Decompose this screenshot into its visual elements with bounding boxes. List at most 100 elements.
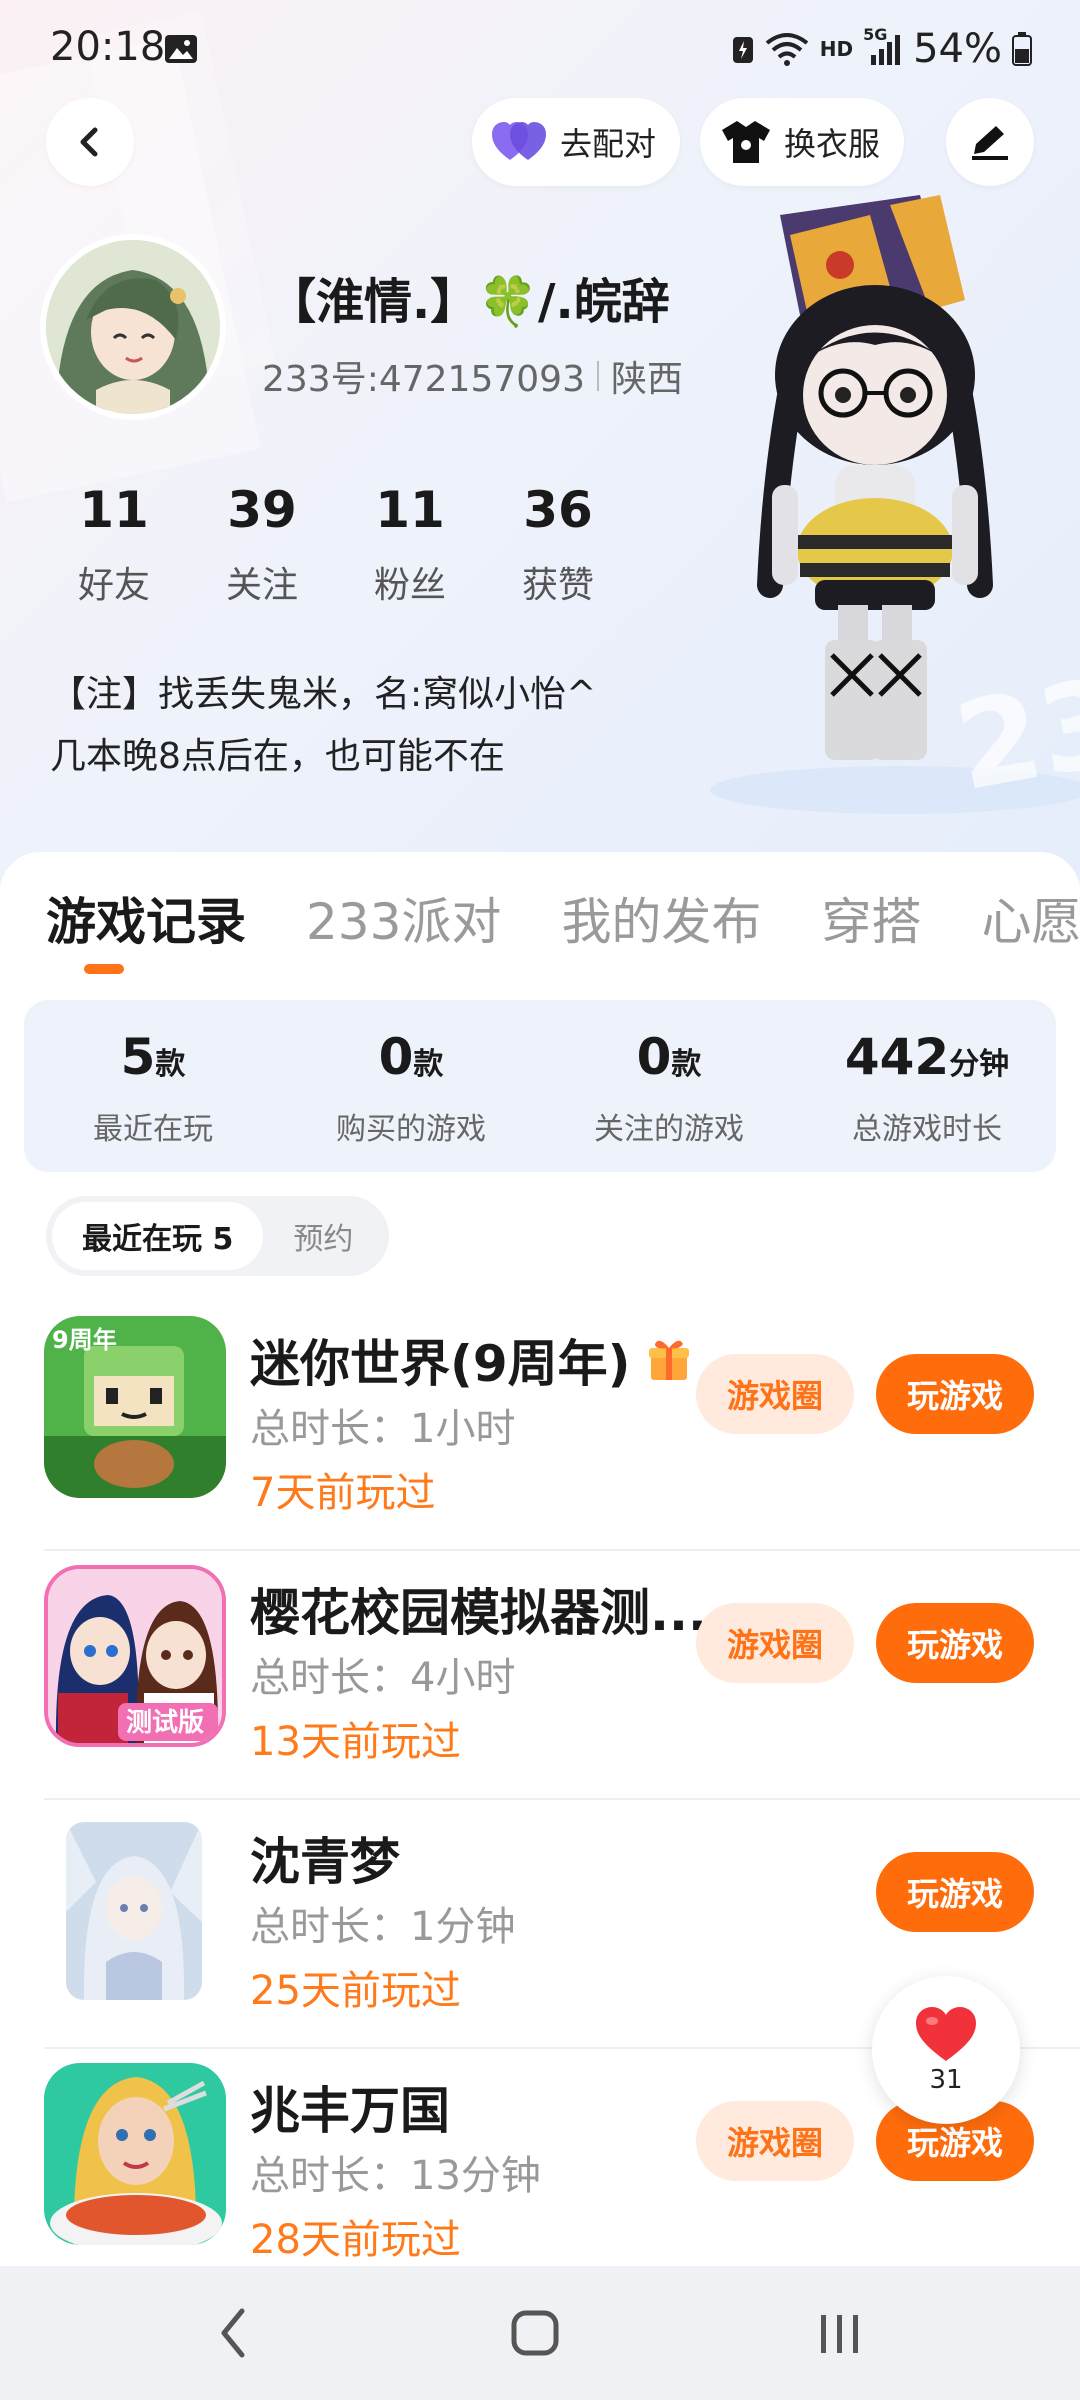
shen-qing-meng-icon [66,1822,202,2000]
game-last-played: 13天前玩过 [250,1719,461,1765]
wifi-icon [765,33,808,66]
user-id-line: 233号:472157093 陕西 [262,350,683,402]
image-notification-icon [165,35,197,63]
game-name-text: 迷你世界(9周年) [250,1335,631,1393]
game-duration: 总时长：13分钟 [250,2153,541,2199]
game-icon-sakura-school[interactable]: 测试版 [44,1565,226,1747]
game-icon-zhaofeng[interactable] [44,2063,226,2245]
status-time: 20:18 [50,24,166,70]
game-list: 9周年 迷你世界(9周年) 总时长：1小时 7天前玩过 游戏圈 玩游戏 测试版 … [0,1302,1080,2266]
game-last-played: 25天前玩过 [250,1968,461,2014]
play-game-button[interactable]: 玩游戏 [876,1852,1034,1932]
segment-recent[interactable]: 最近在玩 5 [52,1202,264,1270]
user-region: 陕西 [610,359,683,400]
tshirt-icon [722,121,770,163]
game-name-text: 沈青梦 [250,1833,400,1891]
status-bar: 20:18 HD 5G 54% [0,0,1080,100]
game-icon-shen-qing-meng[interactable] [66,1822,202,2000]
game-icon-mini-world[interactable]: 9周年 [44,1316,226,1498]
stat-friends[interactable]: 11 好友 [40,478,188,608]
cellular-signal-icon: 5G [863,25,903,69]
user-avatar[interactable] [40,234,226,420]
summary-purchased[interactable]: 0款 购买的游戏 [282,1000,540,1172]
nav-home-button[interactable] [496,2296,576,2370]
tab-outfits[interactable]: 穿搭 [821,882,921,962]
stat-fans[interactable]: 11 粉丝 [336,478,484,608]
profile-stats: 11 好友 39 关注 11 粉丝 36 获赞 [40,478,632,608]
like-button[interactable]: 31 [872,1976,1020,2124]
game-circle-button[interactable]: 游戏圈 [696,1354,854,1434]
game-duration: 总时长：1分钟 [250,1904,516,1950]
summary-unit: 款 [671,1047,702,1082]
segment-reserve[interactable]: 预约 [263,1202,383,1270]
stat-likes[interactable]: 36 获赞 [484,478,632,608]
game-last-played: 28天前玩过 [250,2217,461,2263]
active-tab-indicator [84,964,124,974]
tab-game-records[interactable]: 游戏记录 [46,882,246,962]
stat-label: 关注 [225,565,298,606]
stat-label: 好友 [77,565,150,606]
play-game-button[interactable]: 玩游戏 [876,1354,1034,1434]
hd-label: HD [819,37,854,61]
game-duration: 总时长：1小时 [250,1406,516,1452]
summary-value: 5 [120,1028,156,1086]
game-name-text: 兆丰万国 [250,2082,450,2140]
stat-label: 粉丝 [373,565,446,606]
summary-unit: 款 [155,1047,186,1082]
game-name-text: 樱花校园模拟器测... [250,1584,707,1642]
game-circle-button[interactable]: 游戏圈 [696,2101,854,2181]
game-row[interactable]: 测试版 樱花校园模拟器测... 总时长：4小时 13天前玩过 游戏圈 玩游戏 [0,1551,1080,1800]
profile-tabs: 游戏记录 233派对 我的发布 穿搭 心愿 [46,882,1080,962]
bio-line: 【注】找丢失鬼米，名:窝似小怡^ [50,674,597,715]
sakura-school-icon: 测试版 [48,1569,222,1743]
edit-profile-button[interactable] [946,98,1034,186]
nav-back-icon [221,2308,245,2358]
game-row[interactable]: 9周年 迷你世界(9周年) 总时长：1小时 7天前玩过 游戏圈 玩游戏 [0,1302,1080,1551]
summary-recent[interactable]: 5款 最近在玩 [24,1000,282,1172]
summary-value: 0 [378,1028,414,1086]
game-circle-button[interactable]: 游戏圈 [696,1603,854,1683]
battery-saver-icon [732,37,753,63]
stat-value: 11 [375,481,445,539]
game-duration: 总时长：4小时 [250,1655,516,1701]
summary-label: 总游戏时长 [852,1112,1002,1147]
zhaofeng-icon [44,2063,226,2245]
user-id: 233号:472157093 [262,359,585,400]
dress-up-button[interactable]: 换衣服 [700,98,905,186]
heart-icon [916,2007,976,2061]
summary-unit: 分钟 [949,1047,1010,1082]
summary-followed[interactable]: 0款 关注的游戏 [540,1000,798,1172]
back-button[interactable] [46,98,134,186]
game-title: 迷你世界(9周年) [250,1324,693,1396]
match-button[interactable]: 去配对 [472,98,681,186]
avatar-character-image[interactable] [720,195,1060,815]
summary-playtime[interactable]: 442分钟 总游戏时长 [798,1000,1056,1172]
tab-my-posts[interactable]: 我的发布 [561,882,761,962]
system-navigation-bar [0,2266,1080,2400]
pencil-icon [972,126,1008,160]
double-heart-icon [492,122,546,160]
nav-back-button[interactable] [194,2296,274,2370]
stat-value: 39 [227,481,297,539]
summary-label: 购买的游戏 [336,1112,486,1147]
summary-unit: 款 [413,1047,444,1082]
stat-label: 获赞 [521,565,594,606]
sakura-badge: 测试版 [126,1708,204,1738]
game-title: 兆丰万国 [250,2071,450,2143]
summary-value: 0 [636,1028,672,1086]
dress-up-label: 换衣服 [784,125,881,163]
stat-following[interactable]: 39 关注 [188,478,336,608]
battery-icon [1012,32,1032,66]
status-indicators: HD 5G 54% [732,24,1032,74]
game-last-played: 7天前玩过 [250,1470,436,1516]
avatar-image [46,240,220,414]
game-filter-segment: 最近在玩 5 预约 [46,1196,390,1276]
nav-home-icon [511,2310,559,2356]
tab-233-party[interactable]: 233派对 [306,882,501,962]
tab-wishlist[interactable]: 心愿 [981,882,1080,962]
play-game-button[interactable]: 玩游戏 [876,1603,1034,1683]
like-count: 31 [929,2065,963,2095]
separator [596,361,599,391]
chevron-left-icon [80,127,98,157]
nav-recents-button[interactable] [800,2296,880,2370]
